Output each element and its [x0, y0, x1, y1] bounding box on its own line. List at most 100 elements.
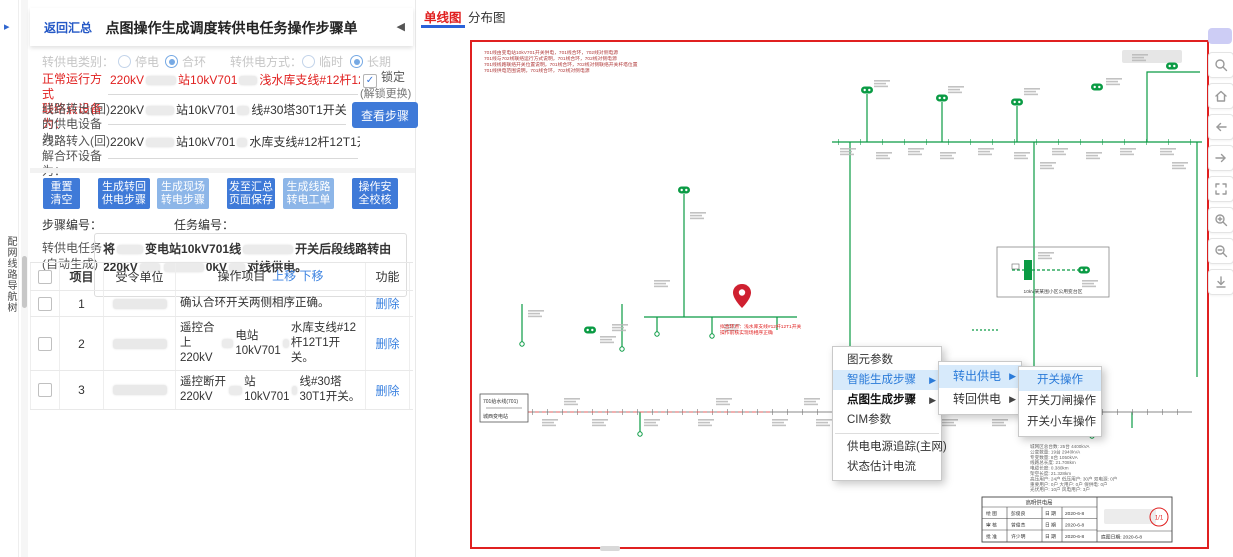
search-icon: [1214, 58, 1228, 72]
svg-text:701线线路联络开关位置说明，701线合环，702线对侧联络: 701线线路联络开关位置说明，701线合环，702线对侧联络开关杆塔位置: [484, 61, 638, 68]
fit-screen-button[interactable]: [1208, 176, 1233, 202]
menu-divider: [835, 433, 939, 434]
submenu-arrow-icon: ▶: [1009, 388, 1016, 411]
row-no: 3: [60, 371, 104, 409]
drawing-title-block: 高明供电局 绘 图 彭俊良 日 期 2020-6-8 审 核 曾俊杰 日 期 2…: [982, 497, 1172, 542]
svg-text:701给水线(701): 701给水线(701): [483, 398, 518, 405]
send-summary-save-button[interactable]: 发至汇总页面保存: [227, 178, 275, 209]
row-checkbox[interactable]: [38, 383, 52, 397]
step-number-label: 步骤编号：: [42, 218, 102, 232]
menu-item-power-source-trace[interactable]: 供电电源追踪(主网): [833, 437, 941, 457]
zoom-out-button[interactable]: [1208, 238, 1233, 264]
zoom-in-button[interactable]: [1208, 207, 1233, 233]
table-row: 2 遥控合上220kV电站10kV701水库支线#12杆12T1开关。 删除: [30, 317, 413, 371]
operation-text: 确认合环开关两侧相序正确。: [176, 291, 366, 316]
transfer-submenu: 转出供电▶ 转回供电▶: [938, 361, 1022, 415]
zoom-out-icon: [1214, 244, 1228, 258]
category-label: 转供电类别：: [42, 55, 114, 70]
submenu-item-transfer-out[interactable]: 转出供电▶: [939, 365, 1021, 388]
gen-site-transfer-button[interactable]: 生成现场转电步骤: [157, 178, 209, 209]
task-number-label: 任务编号：: [174, 218, 234, 232]
svg-text:701线与702线联络运行方式说明，701线合环，702线对: 701线与702线联络运行方式说明，701线合环，702线对侧电源: [484, 55, 617, 62]
menu-item-smart-generate-steps[interactable]: 智能生成步骤▶: [833, 370, 941, 390]
svg-text:10kV某某围小区公用变台区: 10kV某某围小区公用变台区: [1024, 288, 1083, 295]
submenu-item-switch-knife-operation[interactable]: 开关刀闸操作: [1019, 391, 1101, 412]
move-down-link[interactable]: 下移: [300, 269, 324, 284]
fit-screen-icon: [1214, 182, 1228, 196]
table-row: 1 确认合环开关两侧相序正确。 删除: [30, 291, 413, 317]
forward-button-toolbar[interactable]: [1208, 145, 1233, 171]
arrow-left-icon: [1214, 120, 1228, 134]
left-scrollbar: [21, 0, 28, 557]
feeder-source-box: 701给水线(701) 城西变电站: [480, 394, 528, 422]
steps-table: 项目 受令单位 操作项目 上移 下移 功能 1 确认合环开关两侧相序正确。 删除…: [30, 262, 413, 410]
row-checkbox[interactable]: [38, 337, 52, 351]
svg-text:2020-6-8: 2020-6-8: [1065, 522, 1085, 528]
toolbar-selection-fragment: [1208, 28, 1232, 44]
svg-text:2020-6-8: 2020-6-8: [1065, 534, 1085, 540]
input-underline: [108, 94, 358, 95]
download-button[interactable]: [1208, 269, 1233, 295]
svg-text:曾俊杰: 曾俊杰: [1011, 521, 1026, 528]
section-divider: [30, 168, 415, 173]
tab-single-line-diagram[interactable]: 单线图: [424, 7, 462, 26]
col-function: 功能: [366, 263, 410, 290]
collapse-panel-icon[interactable]: ◀: [397, 20, 405, 33]
diagram-notes: 701线由变电站10kV701开关供电，701线合环，702线对侧电源 701线…: [484, 49, 638, 74]
svg-text:2020-6-8: 2020-6-8: [1065, 511, 1085, 517]
home-icon: [1214, 89, 1228, 103]
number-labels-row: 步骤编号： 任务编号：: [42, 216, 306, 233]
unlock-hint[interactable]: (解锁更换): [360, 85, 411, 101]
svg-text:日 期: 日 期: [1045, 534, 1056, 540]
redacted-title-box: [1122, 50, 1182, 63]
left-scrollbar-thumb[interactable]: [22, 256, 27, 308]
switch-symbols: [584, 63, 1178, 334]
row-checkbox[interactable]: [38, 297, 52, 311]
move-up-link[interactable]: 上移: [272, 269, 296, 284]
safety-check-button[interactable]: 操作安全校核: [352, 178, 398, 209]
menu-item-click-generate-steps[interactable]: 点图生成步骤▶: [833, 390, 941, 410]
operation-text: 遥控断开220kV站10kV701线#30塔30T1开关。: [176, 371, 366, 409]
delete-link[interactable]: 删除: [375, 382, 399, 399]
menu-item-state-estimated-current[interactable]: 状态估计电流: [833, 457, 941, 477]
gen-return-supply-button[interactable]: 生成转回供电步骤: [98, 178, 150, 209]
zoom-in-icon: [1214, 213, 1228, 227]
action-buttons-row: 重置清空 生成转回供电步骤 生成现场转电步骤 发至汇总页面保存 生成线路转电工单…: [30, 178, 415, 210]
switch-operation-submenu: 开关操作 开关刀闸操作 开关小车操作: [1018, 366, 1102, 437]
radio-option-stop[interactable]: 停电: [118, 55, 159, 70]
radio-selected-icon: [350, 55, 363, 68]
submenu-item-switch-trolley-operation[interactable]: 开关小车操作: [1019, 412, 1101, 433]
submenu-item-transfer-back[interactable]: 转回供电▶: [939, 388, 1021, 411]
view-steps-button[interactable]: 查看步骤: [352, 102, 418, 128]
back-button-toolbar[interactable]: [1208, 114, 1233, 140]
svg-text:日 期: 日 期: [1045, 511, 1056, 517]
operation-text: 遥控合上220kV电站10kV701水库支线#12杆12T1开关。: [176, 317, 366, 370]
reset-clear-button[interactable]: 重置清空: [43, 178, 80, 209]
gen-line-ticket-button[interactable]: 生成线路转电工单: [283, 178, 334, 209]
expand-nav-icon[interactable]: ▸: [4, 20, 10, 33]
submenu-arrow-icon: ▶: [1009, 365, 1016, 388]
submenu-arrow-icon: ▶: [929, 390, 936, 410]
radio-icon: [118, 55, 131, 68]
home-button[interactable]: [1208, 83, 1233, 109]
svg-text:彭俊良: 彭俊良: [1011, 510, 1026, 517]
step-sheet-panel: 返回汇总 点图操作生成调度转供电任务操作步骤单 ◀ 转供电类别： 停电 合环 转…: [30, 0, 416, 557]
search-button[interactable]: [1208, 52, 1233, 78]
tab-distribution-diagram[interactable]: 分布图: [468, 7, 506, 26]
submenu-item-switch-operation[interactable]: 开关操作: [1019, 370, 1101, 391]
radio-option-temp[interactable]: 临时: [302, 55, 343, 70]
radio-option-loop[interactable]: 合环: [165, 55, 206, 70]
menu-item-cim-params[interactable]: CIM参数: [833, 410, 941, 430]
select-all-checkbox[interactable]: [38, 270, 52, 284]
col-operation: 操作项目 上移 下移: [176, 263, 366, 290]
radio-selected-icon: [165, 55, 178, 68]
panel-resize-handle[interactable]: [600, 546, 620, 551]
back-to-summary-button[interactable]: 返回汇总: [44, 19, 92, 36]
row-no: 1: [60, 291, 104, 316]
active-tab-underline: [421, 25, 465, 28]
table-row: 3 遥控断开220kV站10kV701线#30塔30T1开关。 删除: [30, 371, 413, 410]
delete-link[interactable]: 删除: [375, 295, 399, 312]
out-device-value: 220kV站10kV701线#30塔30T1开关: [110, 101, 348, 118]
menu-item-element-params[interactable]: 图元参数: [833, 350, 941, 370]
delete-link[interactable]: 删除: [375, 335, 399, 352]
